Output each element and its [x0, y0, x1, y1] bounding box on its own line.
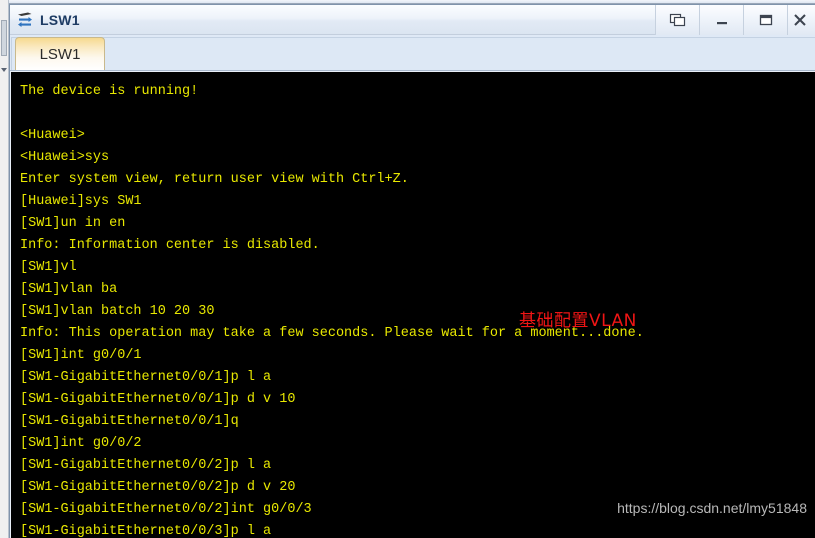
- close-icon: [793, 13, 806, 26]
- device-cli-window: LSW1 LSW1 The device is running! <Huawei…: [9, 4, 815, 538]
- tab-label: LSW1: [39, 45, 81, 63]
- restore-button[interactable]: [655, 5, 699, 35]
- terminal-line: [SW1]vl: [20, 260, 77, 275]
- terminal-line: [SW1-GigabitEthernet0/0/3]p l a: [20, 524, 272, 538]
- window-title: LSW1: [40, 11, 80, 28]
- tab-strip-background: [11, 37, 815, 70]
- terminal-output: The device is running! <Huawei> <Huawei>sy…: [20, 81, 815, 538]
- terminal-line: [SW1]vlan batch 10 20 30: [20, 304, 215, 319]
- scrollbar-thumb[interactable]: [1, 20, 7, 56]
- terminal-line: [SW1]int g0/0/2: [20, 436, 142, 451]
- terminal-line: [SW1]un in en: [20, 216, 126, 231]
- terminal-line: [SW1]int g0/0/1: [20, 348, 142, 363]
- minimize-icon: [716, 21, 727, 24]
- terminal-line: <Huawei>sys: [20, 150, 110, 165]
- terminal-line: The device is running!: [20, 84, 199, 99]
- switch-icon: [18, 12, 32, 27]
- app-root: LSW1 LSW1 The device is running! <Huawei…: [0, 0, 815, 538]
- terminal-line: [SW1-GigabitEthernet0/0/1]p l a: [20, 370, 272, 385]
- terminal-line: Enter system view, return user view with…: [20, 172, 409, 187]
- title-bar: LSW1: [10, 5, 815, 35]
- caption-buttons: [655, 5, 815, 35]
- terminal-line: [SW1-GigabitEthernet0/0/1]q: [20, 414, 239, 429]
- terminal-line: [SW1-GigabitEthernet0/0/1]p d v 10: [20, 392, 296, 407]
- minimize-button[interactable]: [699, 5, 743, 35]
- terminal-line: Info: This operation may take a few seco…: [20, 326, 644, 341]
- annotation-label: 基础配置VLAN: [519, 311, 637, 331]
- tab-strip: LSW1: [10, 35, 815, 71]
- close-button[interactable]: [787, 5, 815, 35]
- maximize-button[interactable]: [743, 5, 787, 35]
- watermark-text: https://blog.csdn.net/lmy51848: [617, 500, 807, 516]
- terminal-line: [SW1-GigabitEthernet0/0/2]p d v 20: [20, 480, 296, 495]
- title-bar-left: LSW1: [10, 11, 655, 29]
- cascade-windows-icon: [669, 13, 685, 26]
- terminal-line: [SW1-GigabitEthernet0/0/2]p l a: [20, 458, 272, 473]
- terminal-line: <Huawei>: [20, 128, 85, 143]
- terminal-line: [SW1]vlan ba: [20, 282, 118, 297]
- terminal-line: [Huawei]sys SW1: [20, 194, 142, 209]
- background-scrollbar[interactable]: [0, 0, 9, 538]
- maximize-icon: [759, 14, 772, 25]
- terminal-line: Info: Information center is disabled.: [20, 238, 320, 253]
- terminal-console[interactable]: The device is running! <Huawei> <Huawei>sy…: [11, 72, 815, 538]
- tab-lsw1[interactable]: LSW1: [15, 37, 105, 70]
- chevron-down-icon[interactable]: [1, 68, 7, 72]
